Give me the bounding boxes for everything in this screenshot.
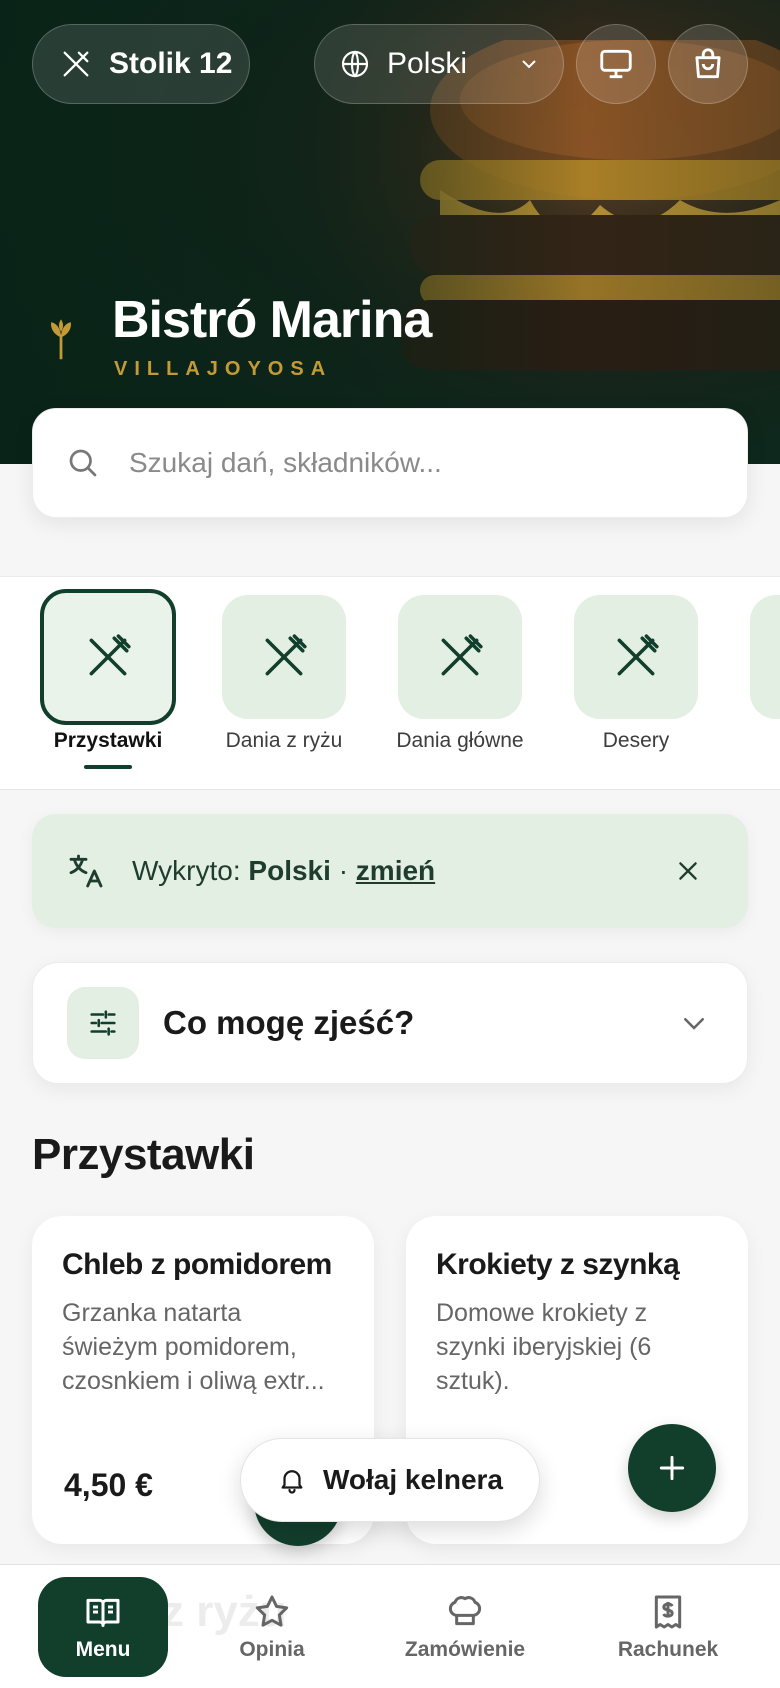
cutlery-icon xyxy=(617,634,659,676)
section-title: Przystawki xyxy=(32,1130,255,1179)
book-icon xyxy=(86,1598,120,1627)
active-indicator xyxy=(84,765,132,769)
plus-icon xyxy=(659,1455,685,1481)
cutlery-icon xyxy=(89,634,131,676)
category-label: Desery xyxy=(602,729,670,752)
cutlery-icon xyxy=(265,634,307,676)
dish-name: Chleb z pomidorem xyxy=(62,1248,332,1281)
dietary-filter-toggle[interactable]: Co mogę zjeść? xyxy=(32,962,748,1084)
category-przystawki[interactable]: Przystawki xyxy=(20,589,196,769)
bell-icon xyxy=(281,1470,303,1494)
category-strip: Przystawki Dania z ryżu Dania główne Des… xyxy=(0,576,780,790)
hero-banner: Stolik 12 Polski Bistró Marina VILLAJOYO… xyxy=(0,0,780,464)
nav-label: Rachunek xyxy=(617,1638,719,1661)
banner-language: Polski xyxy=(248,855,331,886)
search-input[interactable] xyxy=(129,447,689,479)
language-label: Polski xyxy=(387,47,468,80)
display-mode-button[interactable] xyxy=(576,24,656,104)
dish-description: Domowe krokiety z szynki iberyjskiej (6 … xyxy=(436,1299,652,1395)
search-icon xyxy=(69,449,97,477)
nav-menu[interactable]: Menu xyxy=(38,1577,168,1677)
category-label: Dania z ryżu xyxy=(225,729,343,752)
restaurant-name: Bistró Marina xyxy=(112,291,432,349)
nav-label: Zamówienie xyxy=(404,1638,526,1661)
monitor-icon xyxy=(600,49,632,79)
category-tile xyxy=(40,589,176,725)
translate-icon xyxy=(69,854,103,888)
nav-zamowienie[interactable]: Zamówienie xyxy=(400,1577,530,1677)
dish-description: Grzanka natarta świeżym pomidorem, czosn… xyxy=(62,1299,325,1395)
filter-label: Co mogę zjeść? xyxy=(163,1004,415,1041)
dish-price: 4,50 € xyxy=(64,1467,153,1503)
cutlery-icon xyxy=(441,634,483,676)
table-label: Stolik 12 xyxy=(109,47,233,80)
star-icon xyxy=(255,1595,289,1627)
category-desery[interactable]: Desery xyxy=(548,595,724,753)
globe-icon xyxy=(341,50,369,78)
dish-name: Krokiety z szynką xyxy=(436,1248,680,1281)
shopping-bag-icon xyxy=(695,48,721,79)
call-waiter-button[interactable]: Wołaj kelnera xyxy=(240,1438,540,1522)
restaurant-city: VILLAJOYOSA xyxy=(114,358,333,380)
language-detected-banner: Wykryto: Polski · zmień xyxy=(32,814,748,928)
category-tile xyxy=(574,595,698,719)
add-to-order-button[interactable] xyxy=(628,1424,716,1512)
category-label: Dania główne xyxy=(396,729,524,752)
nav-rachunek[interactable]: Rachunek xyxy=(603,1577,733,1677)
language-banner-text: Wykryto: Polski · zmień xyxy=(132,855,658,887)
call-waiter-label: Wołaj kelnera xyxy=(322,1464,503,1495)
filter-icon-box xyxy=(67,987,139,1059)
table-pill[interactable]: Stolik 12 xyxy=(32,24,250,104)
sliders-icon xyxy=(90,1010,116,1036)
chevron-down-icon xyxy=(522,60,536,69)
bottom-navigation: z ryżu Menu Opinia Zamówienie Rachunek xyxy=(0,1564,780,1688)
category-tile xyxy=(750,595,780,719)
nav-label: Menu xyxy=(75,1638,131,1661)
cutlery-crossed-icon xyxy=(63,51,89,77)
change-language-link[interactable]: zmień xyxy=(356,855,435,886)
category-next[interactable]: N xyxy=(724,595,780,753)
wheat-logo-icon xyxy=(51,319,71,360)
nav-opinia[interactable]: Opinia xyxy=(207,1577,337,1677)
close-icon xyxy=(679,862,697,880)
banner-separator: · xyxy=(338,855,349,886)
chevron-down-icon xyxy=(684,1018,704,1030)
chef-hat-icon xyxy=(448,1596,482,1626)
nav-label: Opinia xyxy=(239,1638,305,1661)
language-selector[interactable]: Polski xyxy=(314,24,564,104)
category-label: N xyxy=(724,729,780,753)
category-dania-z-ryzu[interactable]: Dania z ryżu xyxy=(196,595,372,753)
receipt-icon xyxy=(654,1595,682,1629)
close-banner-button[interactable] xyxy=(658,841,718,901)
banner-prefix: Wykryto: xyxy=(132,855,241,886)
cart-button[interactable] xyxy=(668,24,748,104)
category-tile xyxy=(222,595,346,719)
search-bar xyxy=(32,408,748,518)
category-tile xyxy=(398,595,522,719)
category-dania-glowne[interactable]: Dania główne xyxy=(372,595,548,753)
category-label: Przystawki xyxy=(53,729,163,752)
